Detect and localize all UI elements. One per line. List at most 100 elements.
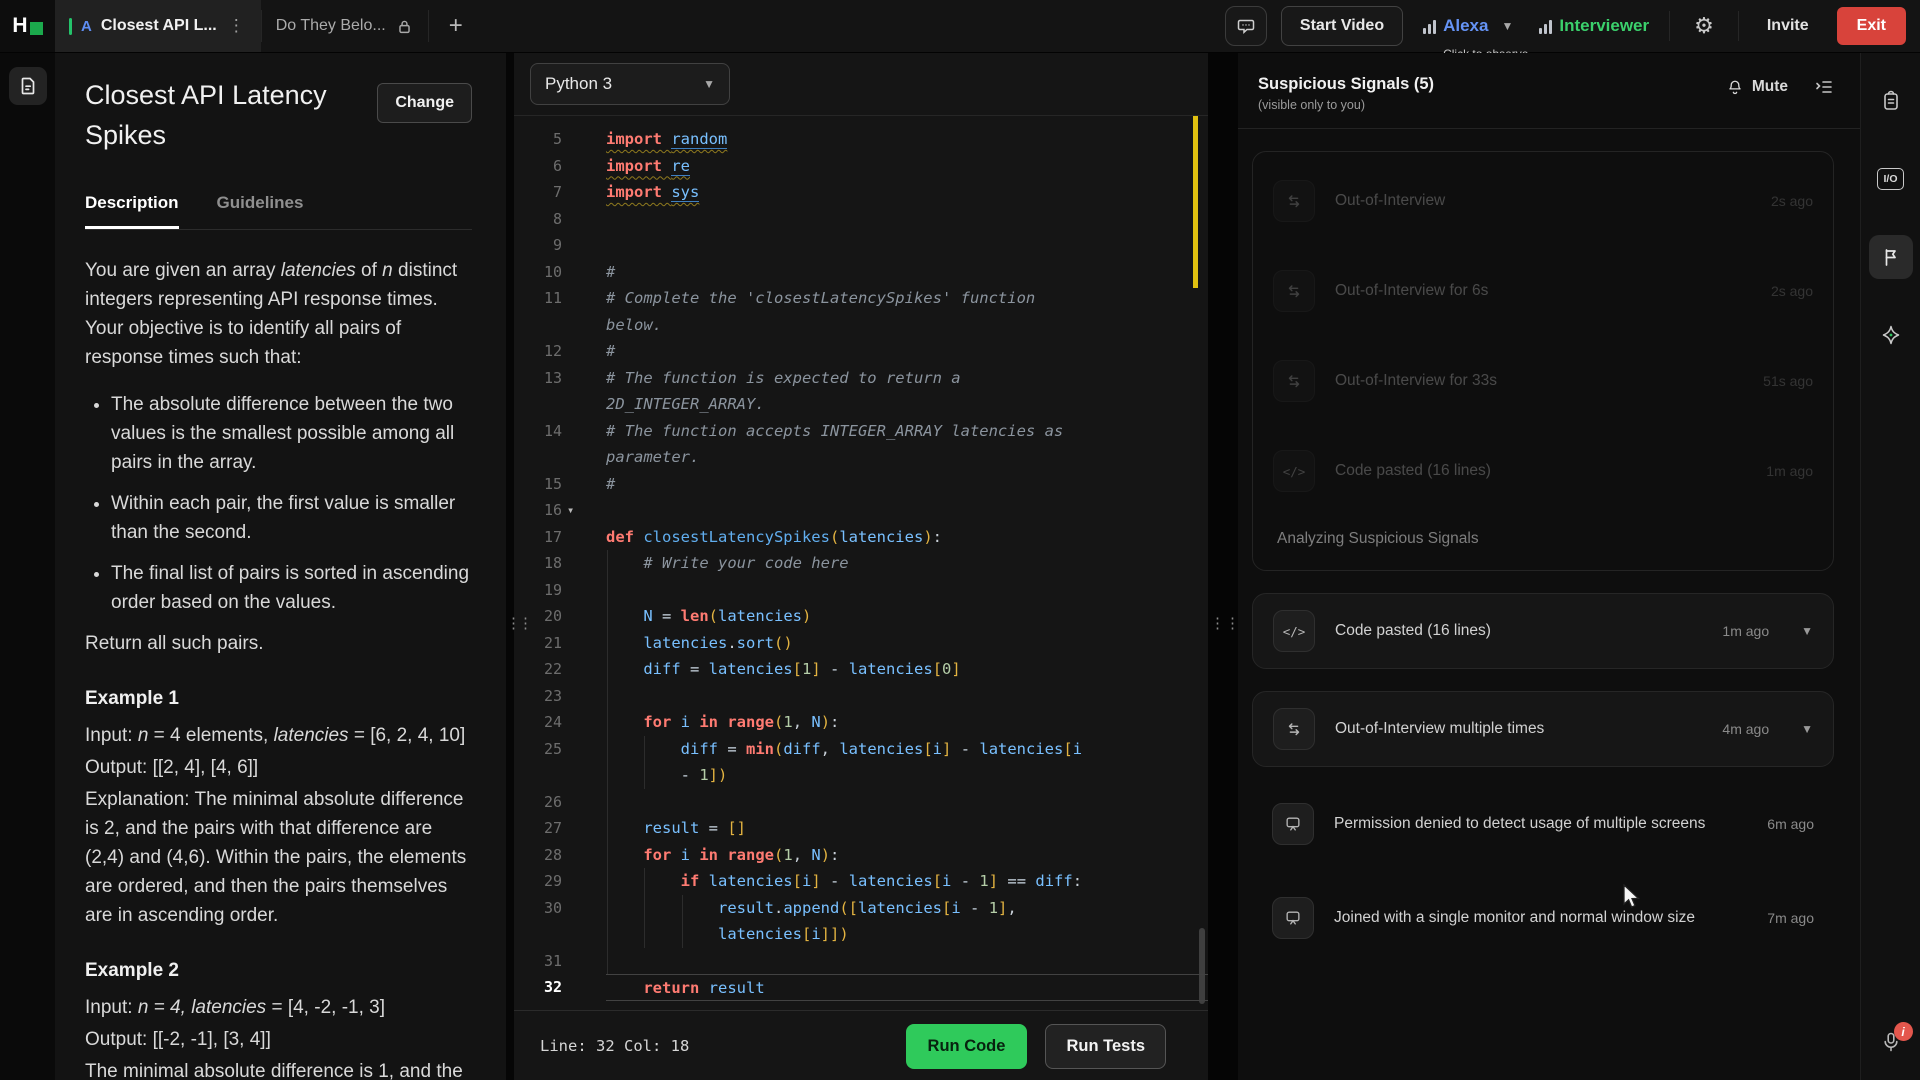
tab-kebab-menu-icon[interactable]: ⋮ xyxy=(226,16,247,36)
run-tests-button[interactable]: Run Tests xyxy=(1045,1024,1166,1069)
chevron-down-icon[interactable]: ▼ xyxy=(1501,19,1513,33)
panel-resize-handle[interactable]: ⋮⋮ xyxy=(1208,53,1238,1080)
voice-notes-button[interactable]: i xyxy=(1879,1030,1903,1059)
code-line: 27 result = [] xyxy=(514,815,1208,842)
signal-card[interactable]: Out-of-Interview multiple times4m ago▼ xyxy=(1252,691,1834,767)
code-text[interactable]: # The function accepts INTEGER_ARRAY lat… xyxy=(606,418,1208,445)
signal-cards: </>Code pasted (16 lines)1m ago▼Out-of-I… xyxy=(1252,593,1834,767)
chat-button[interactable] xyxy=(1225,6,1267,46)
signal-time: 51s ago xyxy=(1763,373,1813,389)
line-number: 24 xyxy=(514,709,584,736)
flags-tool-button[interactable] xyxy=(1869,235,1913,279)
interview-live-indicator-icon xyxy=(69,18,72,35)
code-line: 6import re xyxy=(514,153,1208,180)
line-number: 16▾ xyxy=(514,497,584,524)
participant-interviewer[interactable]: Interviewer xyxy=(1533,16,1655,36)
code-text[interactable]: N = len(latencies) xyxy=(606,603,1208,630)
code-text[interactable]: import random xyxy=(606,126,1208,153)
code-text[interactable]: # xyxy=(606,259,1208,286)
switch-icon xyxy=(1273,360,1315,402)
signal-item[interactable]: </>Code pasted (16 lines)1m ago▼ xyxy=(1273,610,1813,652)
code-text[interactable]: - 1]) xyxy=(606,762,1208,789)
code-text[interactable]: if latencies[i] - latencies[i - 1] == di… xyxy=(606,868,1208,895)
signal-item: Out-of-Interview2s ago xyxy=(1273,156,1813,246)
code-text[interactable]: latencies[i]]) xyxy=(606,921,1208,948)
code-text[interactable] xyxy=(606,948,1208,975)
invite-button[interactable]: Invite xyxy=(1753,17,1823,35)
start-video-button[interactable]: Start Video xyxy=(1281,6,1403,46)
code-text[interactable]: # xyxy=(606,471,1208,498)
code-text[interactable] xyxy=(606,206,1208,233)
hackerrank-logo[interactable]: H xyxy=(0,0,55,52)
code-line: 25 diff = min(diff, latencies[i] - laten… xyxy=(514,736,1208,763)
line-number: 20 xyxy=(514,603,584,630)
code-text[interactable] xyxy=(606,232,1208,259)
code-text[interactable]: result = [] xyxy=(606,815,1208,842)
chevron-down-icon[interactable]: ▼ xyxy=(1801,722,1813,736)
line-number xyxy=(514,921,584,948)
line-number: 11 xyxy=(514,285,584,312)
code-text[interactable]: for i in range(1, N): xyxy=(606,842,1208,869)
signal-card[interactable]: </>Code pasted (16 lines)1m ago▼ xyxy=(1252,593,1834,669)
signal-time: 1m ago xyxy=(1766,463,1813,479)
question-panel-button[interactable] xyxy=(9,67,47,105)
bullet-item: The absolute difference between the two … xyxy=(111,390,472,477)
change-question-button[interactable]: Change xyxy=(377,83,472,123)
exit-button[interactable]: Exit xyxy=(1837,7,1906,45)
signal-rows: Permission denied to detect usage of mul… xyxy=(1252,777,1834,965)
code-text[interactable]: return result xyxy=(606,974,1208,1001)
io-tool-button[interactable]: I/O xyxy=(1869,157,1913,201)
signal-item[interactable]: Out-of-Interview multiple times4m ago▼ xyxy=(1273,708,1813,750)
code-text[interactable]: parameter. xyxy=(606,444,1208,471)
signal-time: 4m ago xyxy=(1722,721,1769,737)
fold-chevron-icon[interactable]: ▾ xyxy=(567,497,580,524)
code-text[interactable]: import re xyxy=(606,153,1208,180)
code-text[interactable]: diff = latencies[1] - latencies[0] xyxy=(606,656,1208,683)
code-text[interactable]: def closestLatencySpikes(latencies): xyxy=(606,524,1208,551)
language-select[interactable]: Python 3 ▼ xyxy=(530,63,730,105)
signal-item[interactable]: Joined with a single monitor and normal … xyxy=(1252,871,1834,965)
code-area[interactable]: 5import random6import re7import sys8910#… xyxy=(514,116,1208,1010)
run-code-button[interactable]: Run Code xyxy=(906,1024,1028,1069)
code-line: 10# xyxy=(514,259,1208,286)
code-text[interactable]: below. xyxy=(606,312,1208,339)
tab-description[interactable]: Description xyxy=(85,193,179,229)
code-text[interactable]: diff = min(diff, latencies[i] - latencie… xyxy=(606,736,1208,763)
code-text[interactable]: # The function is expected to return a xyxy=(606,365,1208,392)
code-text[interactable]: result.append([latencies[i - 1], xyxy=(606,895,1208,922)
signal-text: Code pasted (16 lines) xyxy=(1335,622,1702,640)
code-text[interactable]: latencies.sort() xyxy=(606,630,1208,657)
line-number: 29 xyxy=(514,868,584,895)
code-text[interactable]: # Write your code here xyxy=(606,550,1208,577)
participant-alexa[interactable]: Alexa ▼ Click to observe xyxy=(1417,16,1519,36)
code-text[interactable] xyxy=(606,577,1208,604)
code-text[interactable] xyxy=(606,497,1208,524)
tab-guidelines[interactable]: Guidelines xyxy=(217,193,304,229)
code-text[interactable]: # Complete the 'closestLatencySpikes' fu… xyxy=(606,285,1208,312)
drag-grip-icon[interactable]: ⋮⋮ xyxy=(1210,619,1240,629)
example-line: Input: n = 4, latencies = [4, -2, -1, 3] xyxy=(85,993,472,1022)
code-text[interactable]: 2D_INTEGER_ARRAY. xyxy=(606,391,1208,418)
tab-closest-api[interactable]: A Closest API L... ⋮ xyxy=(55,0,261,52)
code-text[interactable] xyxy=(606,683,1208,710)
question-tabs: Description Guidelines xyxy=(85,193,472,230)
code-text[interactable]: # xyxy=(606,338,1208,365)
settings-gear-icon[interactable]: ⚙ xyxy=(1684,14,1724,39)
code-line: latencies[i]]) xyxy=(514,921,1208,948)
mute-button[interactable]: Mute xyxy=(1726,78,1788,96)
collapse-panel-icon[interactable] xyxy=(1814,77,1834,97)
signal-item[interactable]: Permission denied to detect usage of mul… xyxy=(1252,777,1834,871)
code-line: 23 xyxy=(514,683,1208,710)
chevron-down-icon[interactable]: ▼ xyxy=(1801,624,1813,638)
screen-icon xyxy=(1272,897,1314,939)
panel-resize-handle[interactable]: ⋮⋮ xyxy=(506,53,514,1080)
signal-text: Permission denied to detect usage of mul… xyxy=(1334,815,1747,833)
code-text[interactable]: import sys xyxy=(606,179,1208,206)
ai-tool-button[interactable] xyxy=(1869,313,1913,357)
tab-do-they-belong[interactable]: Do They Belo... xyxy=(262,0,428,52)
code-text[interactable] xyxy=(606,789,1208,816)
right-toolbar: I/O i xyxy=(1860,53,1920,1080)
code-text[interactable]: for i in range(1, N): xyxy=(606,709,1208,736)
new-tab-button[interactable]: + xyxy=(429,0,483,52)
notes-tool-button[interactable] xyxy=(1869,79,1913,123)
